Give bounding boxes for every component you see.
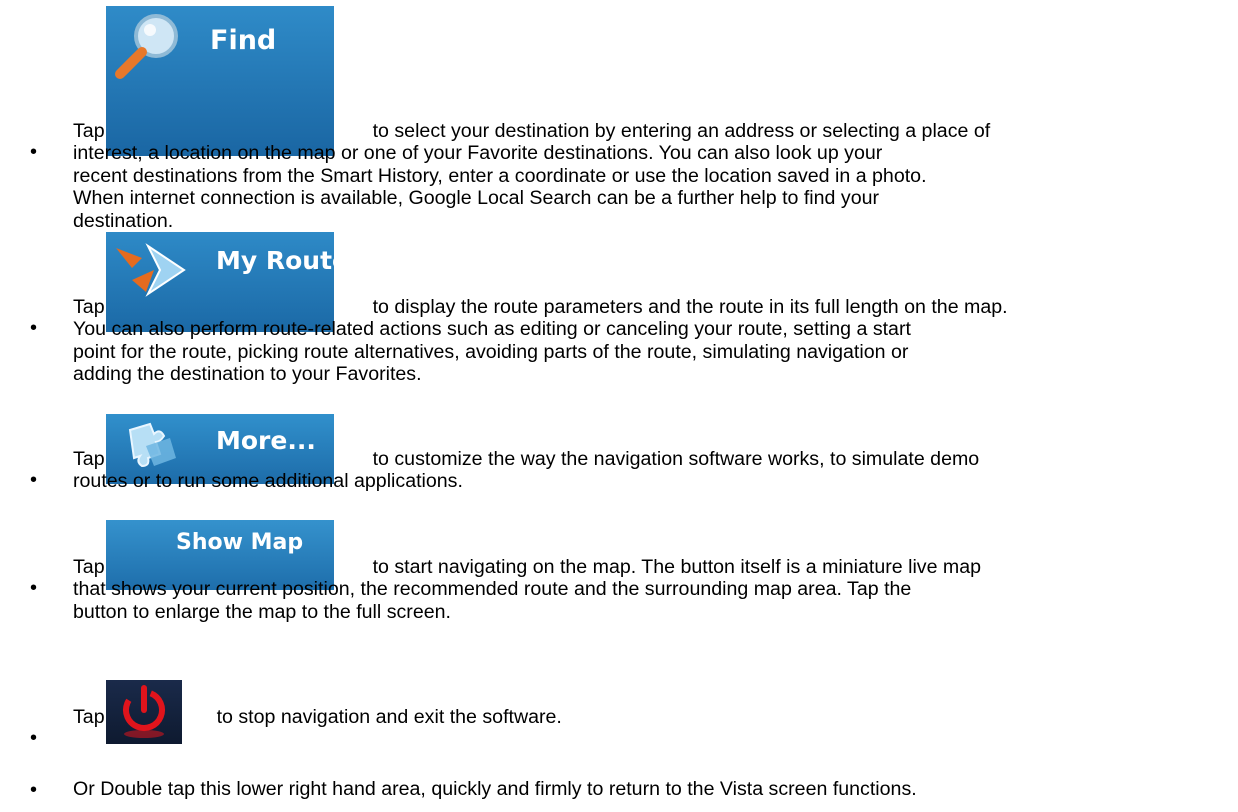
paragraph: Tap to select your destination by enterin…	[73, 120, 1223, 232]
paragraph: Tap to start navigating on the map. The b…	[73, 556, 1223, 623]
text-line: Or Double tap this lower right hand area…	[73, 778, 917, 800]
tap-word: Tap	[73, 706, 105, 728]
tap-word: Tap	[73, 556, 105, 578]
bullet: •	[30, 727, 38, 749]
bullet: •	[30, 317, 38, 339]
text-line: button to enlarge the map to the full sc…	[73, 600, 451, 623]
text-line: You can also perform route-related actio…	[73, 318, 911, 341]
tap-word: Tap	[73, 296, 105, 318]
text-line: that shows your current position, the re…	[73, 578, 912, 601]
line-text: to select your destination by entering a…	[372, 120, 991, 142]
text-line: Tap to display the route parameters and t…	[73, 296, 1223, 318]
text-line: Tap to stop navigation and exit the softw…	[73, 706, 1223, 728]
bullet: •	[30, 141, 38, 163]
text-line: routes or to run some additional applica…	[73, 470, 463, 493]
text-line: Tap to start navigating on the map. The b…	[73, 556, 1223, 578]
line-text: to start navigating on the map. The butt…	[372, 556, 982, 578]
show-map-button-label: Show Map	[176, 530, 304, 555]
tap-word: Tap	[73, 120, 105, 142]
text-line: Tap to select your destination by enterin…	[73, 120, 1223, 142]
text-line: point for the route, picking route alter…	[73, 340, 909, 363]
text-line: When internet connection is available, G…	[73, 187, 880, 210]
line-text: to display the route parameters and the …	[372, 296, 1008, 318]
text-line: destination.	[73, 209, 174, 232]
paragraph: Tap to stop navigation and exit the softw…	[73, 706, 1223, 728]
line-text: to customize the way the navigation soft…	[372, 448, 980, 470]
bullet: •	[30, 577, 38, 599]
find-button-label: Find	[210, 25, 277, 56]
text-line: interest, a location on the map or one o…	[73, 142, 883, 165]
tap-word: Tap	[73, 448, 105, 470]
paragraph: Tap to display the route parameters and t…	[73, 296, 1223, 386]
paragraph: Tap to customize the way the navigation s…	[73, 448, 1223, 493]
bullet: •	[30, 779, 38, 801]
my-route-button-label: My Route	[216, 246, 334, 275]
text-line: adding the destination to your Favorites…	[73, 363, 422, 386]
line-text: to stop navigation and exit the software…	[216, 706, 562, 728]
paragraph: Or Double tap this lower right hand area…	[73, 778, 1223, 800]
bullet: •	[30, 469, 38, 491]
route-arrow-icon	[116, 243, 186, 297]
text-line: Tap to customize the way the navigation s…	[73, 448, 1223, 470]
text-line: recent destinations from the Smart Histo…	[73, 164, 927, 187]
